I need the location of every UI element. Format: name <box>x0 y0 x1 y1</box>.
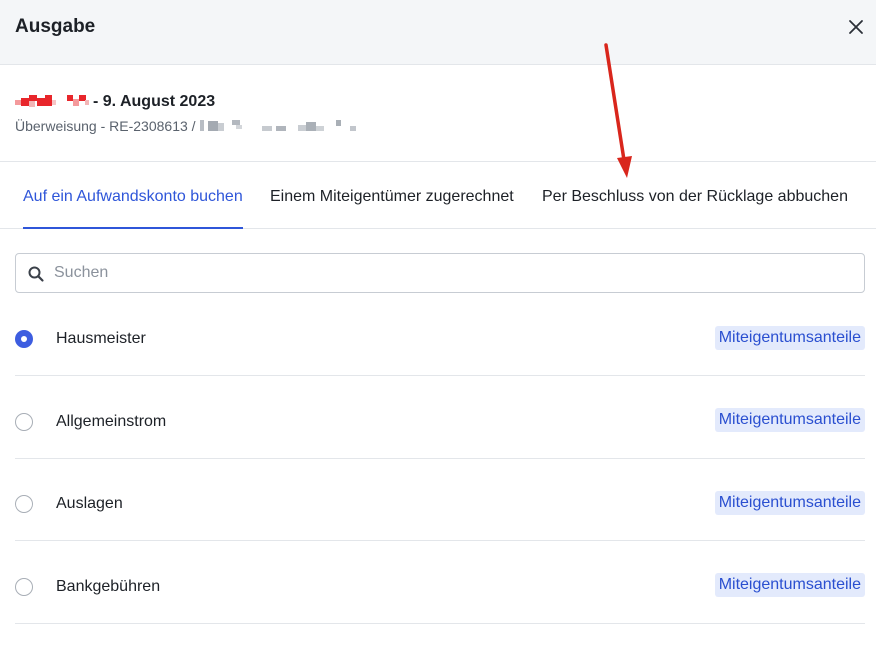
account-row-bankgebuehren[interactable]: Bankgebühren Miteigentumsanteile <box>15 541 865 624</box>
transaction-info: - 9. August 2023 Überweisung - RE-230861… <box>0 65 876 162</box>
booking-type-tabs: Auf ein Aufwandskonto buchen Einem Mitei… <box>0 162 876 229</box>
distribution-badge: Miteigentumsanteile <box>714 491 865 515</box>
redacted-reference <box>199 118 380 134</box>
distribution-badge: Miteigentumsanteile <box>714 408 865 432</box>
radio-button[interactable] <box>15 578 33 596</box>
transaction-subtitle: Überweisung - RE-2308613 / <box>15 118 196 134</box>
transaction-title: - 9. August 2023 <box>93 93 216 110</box>
account-label: Bankgebühren <box>56 578 161 595</box>
account-row-allgemeinstrom[interactable]: Allgemeinstrom Miteigentumsanteile <box>15 376 865 459</box>
account-label: Hausmeister <box>56 330 146 347</box>
search-box <box>15 253 865 293</box>
distribution-badge: Miteigentumsanteile <box>714 573 865 597</box>
tab-aufwandskonto[interactable]: Auf ein Aufwandskonto buchen <box>23 162 243 229</box>
account-row-auslagen[interactable]: Auslagen Miteigentumsanteile <box>15 459 865 541</box>
tab-ruecklage[interactable]: Per Beschluss von der Rücklage abbuchen <box>542 162 848 229</box>
search-icon <box>28 266 44 282</box>
dialog-header: Ausgabe <box>0 0 876 65</box>
close-icon <box>849 20 863 34</box>
radio-button[interactable] <box>15 330 33 348</box>
distribution-badge: Miteigentumsanteile <box>714 326 865 350</box>
radio-button[interactable] <box>15 495 33 513</box>
account-row-hausmeister[interactable]: Hausmeister Miteigentumsanteile <box>15 293 865 376</box>
tab-miteigentuemer[interactable]: Einem Miteigentümer zugerechnet <box>270 162 514 229</box>
account-label: Allgemeinstrom <box>56 413 167 430</box>
redacted-name <box>15 93 91 111</box>
radio-button[interactable] <box>15 413 33 431</box>
search-input[interactable] <box>54 254 854 292</box>
dialog-title: Ausgabe <box>15 16 96 37</box>
close-button[interactable] <box>842 13 870 41</box>
account-label: Auslagen <box>56 495 123 512</box>
